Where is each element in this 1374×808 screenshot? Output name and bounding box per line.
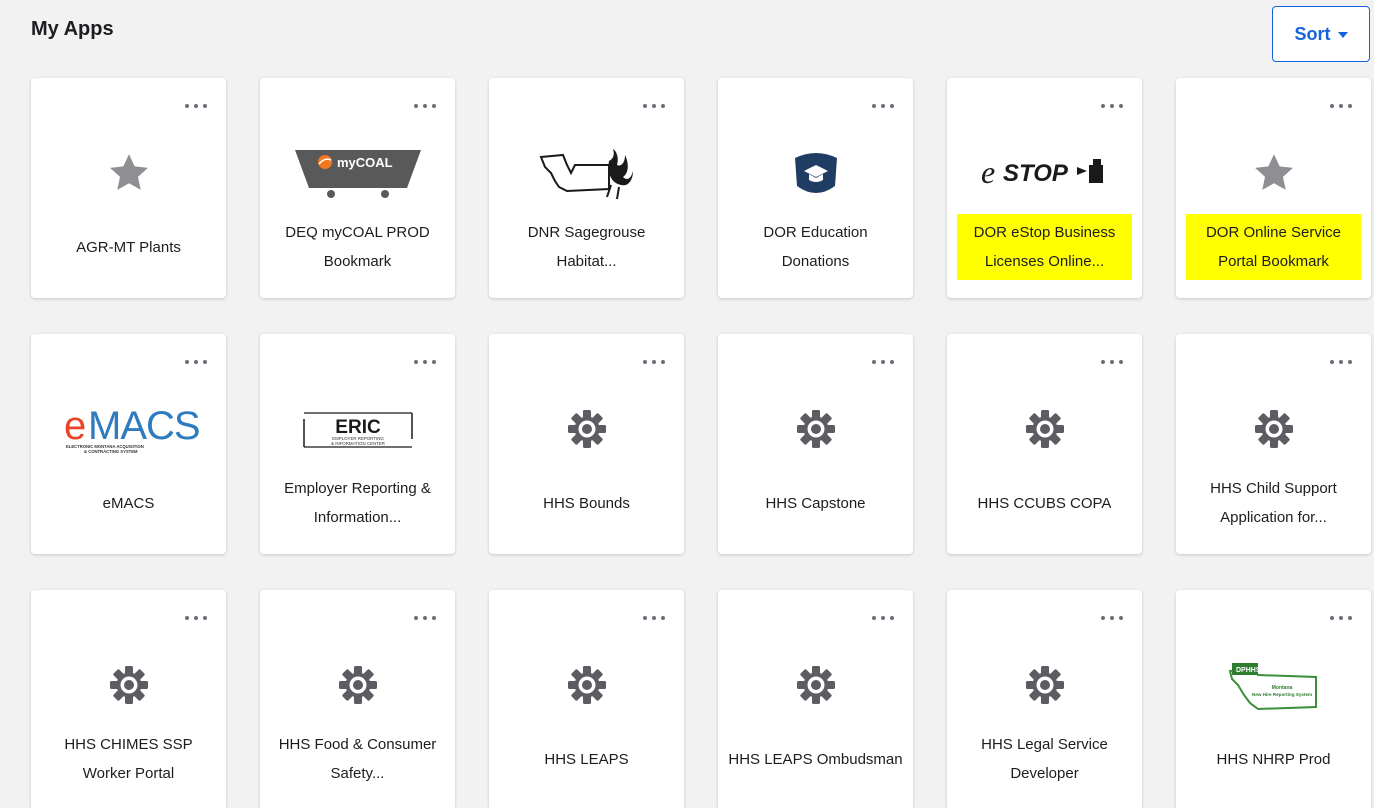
- more-options-button[interactable]: [867, 354, 899, 370]
- gear-icon: [718, 396, 913, 462]
- app-tile[interactable]: HHS Child Support Application for...: [1176, 334, 1371, 554]
- gear-icon: [947, 652, 1142, 718]
- app-tile[interactable]: e MACS ELECTRONIC MONTANA ACQUISITION & …: [31, 334, 226, 554]
- chevron-down-icon: [1337, 32, 1348, 38]
- svg-text:Montana: Montana: [1271, 685, 1292, 691]
- star-icon: [31, 140, 226, 206]
- more-options-button[interactable]: [867, 610, 899, 626]
- app-label: HHS CHIMES SSP Worker Portal: [64, 736, 193, 782]
- app-label: HHS CCUBS COPA: [977, 494, 1112, 512]
- gear-icon: [718, 652, 913, 718]
- star-icon: [1176, 140, 1371, 206]
- app-tile[interactable]: HHS LEAPS: [489, 590, 684, 808]
- app-label: DEQ myCOAL PROD Bookmark: [285, 224, 430, 270]
- app-label: HHS NHRP Prod: [1216, 750, 1331, 768]
- app-tile[interactable]: HHS LEAPS Ombudsman: [718, 590, 913, 808]
- app-label: DOR Online Service Portal Bookmark: [1186, 214, 1361, 280]
- more-options-button[interactable]: [1325, 610, 1357, 626]
- app-tile[interactable]: DOR Education Donations: [718, 78, 913, 298]
- apps-grid: AGR-MT Plants myCOAL DEQ myCOAL PROD Boo…: [31, 78, 1371, 808]
- gear-icon: [489, 652, 684, 718]
- app-label: HHS Legal Service Developer: [981, 736, 1108, 782]
- app-label: HHS Bounds: [543, 494, 630, 512]
- estop-logo: e STOP: [947, 140, 1142, 206]
- svg-text:& INFORMATION CENTER: & INFORMATION CENTER: [331, 441, 385, 446]
- app-tile[interactable]: HHS CCUBS COPA: [947, 334, 1142, 554]
- gear-icon: [31, 652, 226, 718]
- svg-text:e: e: [981, 154, 995, 190]
- mycoal-logo: myCOAL: [260, 140, 455, 206]
- app-tile[interactable]: DNR Sagegrouse Habitat...: [489, 78, 684, 298]
- app-tile[interactable]: AGR-MT Plants: [31, 78, 226, 298]
- more-options-button[interactable]: [180, 354, 212, 370]
- more-options-button[interactable]: [180, 98, 212, 114]
- app-label: DNR Sagegrouse Habitat...: [527, 224, 646, 270]
- graduation-cap-icon: [718, 140, 913, 206]
- svg-text:MACS: MACS: [88, 404, 200, 448]
- gear-icon: [1176, 396, 1371, 462]
- estop-logo-text: STOP: [1003, 160, 1069, 187]
- app-tile[interactable]: DPHHS Montana New Hire Reporting System …: [1176, 590, 1371, 808]
- more-options-button[interactable]: [1325, 98, 1357, 114]
- app-tile[interactable]: myCOAL DEQ myCOAL PROD Bookmark: [260, 78, 455, 298]
- svg-text:e: e: [64, 404, 86, 448]
- more-options-button[interactable]: [1096, 98, 1128, 114]
- app-tile[interactable]: ERIC EMPLOYER REPORTING & INFORMATION CE…: [260, 334, 455, 554]
- more-options-button[interactable]: [409, 354, 441, 370]
- app-tile[interactable]: e STOP DOR eStop Business Licenses Onlin…: [947, 78, 1142, 298]
- mycoal-logo-text: myCOAL: [337, 155, 393, 170]
- app-label: HHS Capstone: [765, 494, 866, 512]
- montana-sagegrouse-logo: [489, 140, 684, 206]
- app-tile[interactable]: HHS Capstone: [718, 334, 913, 554]
- sort-button[interactable]: Sort: [1272, 6, 1370, 62]
- more-options-button[interactable]: [180, 610, 212, 626]
- emacs-logo: e MACS ELECTRONIC MONTANA ACQUISITION & …: [31, 396, 226, 462]
- more-options-button[interactable]: [638, 610, 670, 626]
- more-options-button[interactable]: [409, 98, 441, 114]
- more-options-button[interactable]: [1096, 610, 1128, 626]
- more-options-button[interactable]: [1325, 354, 1357, 370]
- app-tile[interactable]: HHS CHIMES SSP Worker Portal: [31, 590, 226, 808]
- app-tile[interactable]: HHS Food & Consumer Safety...: [260, 590, 455, 808]
- svg-text:New Hire Reporting System: New Hire Reporting System: [1251, 692, 1311, 697]
- app-label: DOR eStop Business Licenses Online...: [957, 214, 1132, 280]
- more-options-button[interactable]: [409, 610, 441, 626]
- gear-icon: [489, 396, 684, 462]
- gear-icon: [260, 652, 455, 718]
- app-tile[interactable]: HHS Legal Service Developer: [947, 590, 1142, 808]
- page-title: My Apps: [31, 18, 114, 40]
- app-label: HHS Food & Consumer Safety...: [278, 736, 437, 782]
- app-label: Employer Reporting & Information...: [284, 480, 431, 526]
- more-options-button[interactable]: [1096, 354, 1128, 370]
- app-label: DOR Education Donations: [763, 224, 868, 270]
- app-label: AGR-MT Plants: [76, 238, 181, 256]
- app-tile[interactable]: DOR Online Service Portal Bookmark: [1176, 78, 1371, 298]
- more-options-button[interactable]: [867, 98, 899, 114]
- app-label: HHS Child Support Application for...: [1210, 480, 1337, 526]
- more-options-button[interactable]: [638, 98, 670, 114]
- app-tile[interactable]: HHS Bounds: [489, 334, 684, 554]
- svg-text:& CONTRACTING SYSTEM: & CONTRACTING SYSTEM: [84, 449, 138, 454]
- more-options-button[interactable]: [638, 354, 670, 370]
- app-label: eMACS: [102, 494, 155, 512]
- eric-logo: ERIC EMPLOYER REPORTING & INFORMATION CE…: [260, 396, 455, 462]
- svg-text:ERIC: ERIC: [335, 417, 381, 438]
- gear-icon: [947, 396, 1142, 462]
- svg-text:DPHHS: DPHHS: [1236, 667, 1261, 674]
- nhrp-logo: DPHHS Montana New Hire Reporting System: [1176, 652, 1371, 718]
- app-label: HHS LEAPS: [544, 750, 629, 768]
- app-label: HHS LEAPS Ombudsman: [728, 750, 903, 768]
- sort-label: Sort: [1294, 23, 1331, 44]
